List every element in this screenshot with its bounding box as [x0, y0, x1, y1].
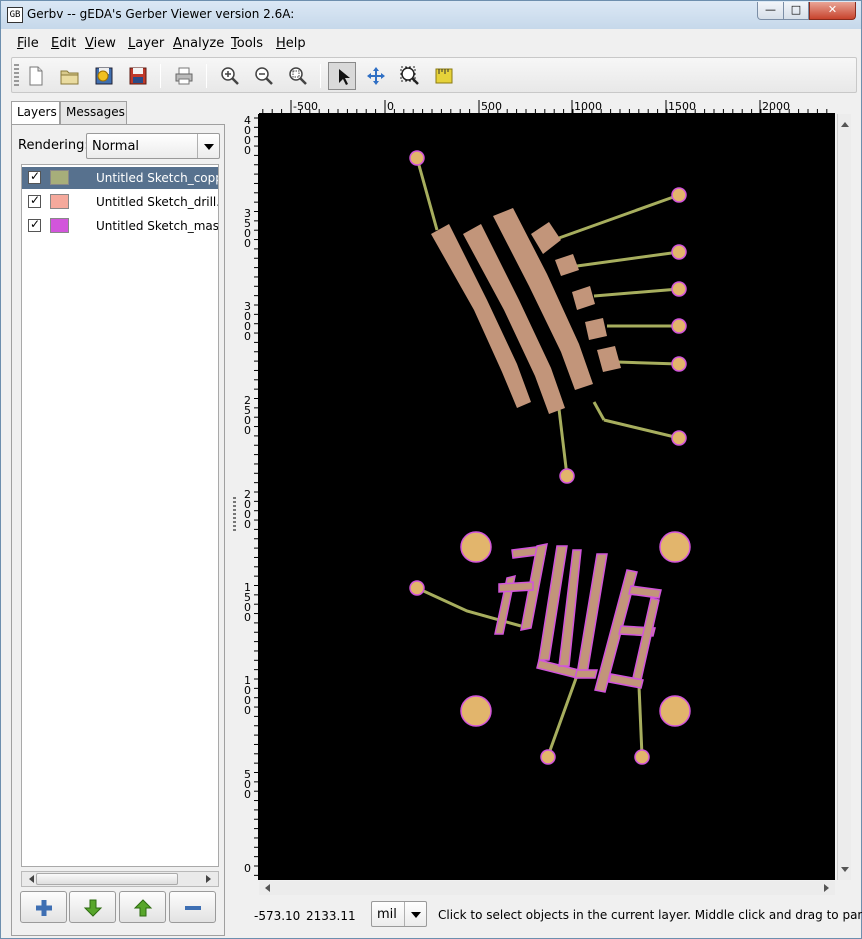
layer-visible-checkbox[interactable]: [28, 169, 41, 184]
revert-icon[interactable]: [90, 62, 118, 90]
ruler-label: 2000: [762, 100, 790, 113]
layer-color-swatch[interactable]: [50, 218, 69, 233]
ruler-label: 500: [481, 100, 502, 113]
ruler-label: 500: [244, 768, 251, 801]
canvas-vertical-scrollbar[interactable]: [837, 114, 851, 880]
layer-row-drill[interactable]: Untitled Sketch_drill.txt: [22, 191, 218, 213]
maximize-button[interactable]: □: [783, 2, 809, 20]
layer-list: Untitled Sketch_copper Untitled Sketch_d…: [21, 164, 219, 867]
gerbv-window: GB Gerbv -- gEDA's Gerber Viewer version…: [0, 0, 862, 939]
canvas-horizontal-scrollbar[interactable]: [259, 881, 835, 895]
scroll-up-icon[interactable]: [841, 118, 849, 127]
menu-layer[interactable]: Layer: [128, 36, 164, 51]
scroll-right-icon[interactable]: [824, 884, 833, 892]
ruler-label: 2500: [244, 394, 251, 437]
menu-help[interactable]: Help: [276, 36, 306, 51]
rendering-label: Rendering:: [18, 138, 89, 153]
pointer-tool-icon[interactable]: [328, 62, 356, 90]
lower-pads: [494, 543, 662, 693]
zoom-fit-icon[interactable]: [284, 62, 312, 90]
close-button[interactable]: ✕: [809, 2, 856, 20]
ruler-label: 4000: [244, 114, 251, 157]
layers-panel: Rendering: Normal Untitled Sketch_copper…: [11, 124, 225, 936]
ruler-label: 1500: [668, 100, 696, 113]
x-coordinate: -573.10: [254, 909, 301, 923]
toolbar-separator: [320, 64, 321, 88]
zoom-out-icon[interactable]: [250, 62, 278, 90]
layer-name: Untitled Sketch_mask: [96, 219, 219, 233]
ruler-label: 3500: [244, 207, 251, 250]
unit-select[interactable]: mil: [371, 901, 427, 927]
menu-edit[interactable]: Edit: [51, 36, 76, 51]
toolbar-separator: [160, 64, 161, 88]
title-bar: GB Gerbv -- gEDA's Gerber Viewer version…: [1, 1, 861, 29]
y-coordinate: 2133.11: [306, 909, 356, 923]
chevron-down-icon: [197, 134, 219, 158]
status-message: Click to select objects in the current l…: [438, 908, 862, 922]
ruler-horizontal: -500 0 500 1000 1500 2000: [259, 98, 835, 114]
ruler-label: 1000: [244, 674, 251, 717]
tab-layers[interactable]: Layers: [11, 101, 60, 125]
scroll-right-icon[interactable]: [206, 872, 218, 886]
status-bar: -573.10 2133.11 mil Click to select obje…: [1, 899, 862, 939]
measure-tool-icon[interactable]: [430, 62, 458, 90]
new-project-icon[interactable]: [22, 62, 50, 90]
layer-color-swatch[interactable]: [50, 170, 69, 185]
ruler-label: 0: [244, 862, 251, 875]
pan-tool-icon[interactable]: [362, 62, 390, 90]
scroll-thumb[interactable]: [36, 873, 178, 885]
ruler-label: 2000: [244, 488, 251, 531]
pane-splitter[interactable]: [233, 497, 236, 531]
scroll-left-icon[interactable]: [22, 872, 34, 886]
menu-file[interactable]: File: [17, 36, 39, 51]
unit-value: mil: [377, 907, 397, 922]
rendering-value: Normal: [92, 139, 140, 154]
layer-visible-checkbox[interactable]: [28, 217, 41, 232]
menu-analyze[interactable]: Analyze: [173, 36, 224, 51]
toolbar-grip[interactable]: [14, 64, 19, 88]
window-title: Gerbv -- gEDA's Gerber Viewer version 2.…: [27, 7, 295, 21]
app-icon: GB: [7, 7, 23, 23]
chevron-down-icon: [404, 902, 426, 926]
layer-list-scrollbar[interactable]: [21, 871, 219, 887]
ruler-label: 1000: [574, 100, 602, 113]
ruler-label: 1500: [244, 581, 251, 624]
pcb-drawing: [409, 150, 691, 765]
tab-messages[interactable]: Messages: [60, 101, 127, 125]
gerber-canvas[interactable]: [259, 114, 835, 880]
menu-tools[interactable]: Tools: [231, 36, 263, 51]
ruler-label: 0: [387, 100, 394, 113]
layer-name: Untitled Sketch_drill.txt: [96, 195, 218, 209]
ruler-label: 3000: [244, 300, 251, 343]
layer-color-swatch[interactable]: [50, 194, 69, 209]
ruler-vertical: 4000 3500 3000 2500 2000 1500 1000 500 0: [241, 114, 259, 880]
menu-bar: File Edit View Layer Analyze Tools Help: [1, 31, 861, 55]
save-icon[interactable]: [124, 62, 152, 90]
scroll-down-icon[interactable]: [841, 867, 849, 876]
layer-row-mask[interactable]: Untitled Sketch_mask: [22, 215, 218, 237]
menu-view[interactable]: View: [85, 36, 116, 51]
scroll-left-icon[interactable]: [261, 884, 270, 892]
print-icon[interactable]: [170, 62, 198, 90]
layer-name: Untitled Sketch_copper: [96, 171, 218, 185]
layer-row-copper[interactable]: Untitled Sketch_copper: [22, 167, 218, 189]
layer-visible-checkbox[interactable]: [28, 193, 41, 208]
zoom-tool-icon[interactable]: [396, 62, 424, 90]
rendering-select[interactable]: Normal: [86, 133, 220, 159]
zoom-in-icon[interactable]: [216, 62, 244, 90]
ruler-label: -500: [293, 100, 318, 113]
minimize-button[interactable]: —: [757, 2, 784, 20]
toolbar-separator: [206, 64, 207, 88]
toolbar: [11, 57, 857, 93]
upper-pads: [431, 208, 621, 414]
open-project-icon[interactable]: [56, 62, 84, 90]
